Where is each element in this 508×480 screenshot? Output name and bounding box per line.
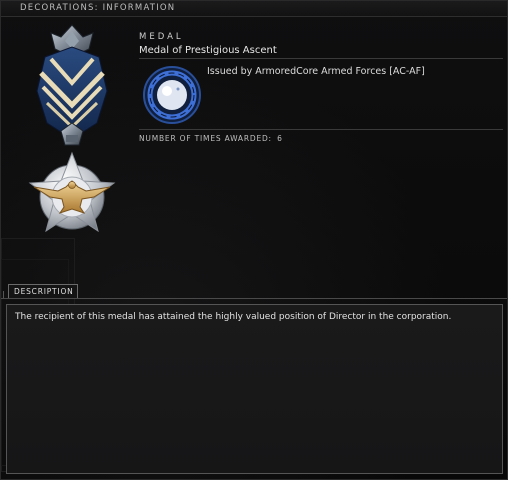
tab-description-label: DESCRIPTION xyxy=(14,287,74,296)
times-awarded-label: NUMBER OF TIMES AWARDED: xyxy=(139,134,272,143)
medal-ribbon-icon xyxy=(36,24,108,146)
corporation-logo-icon[interactable] xyxy=(142,65,202,125)
tab-strip-line xyxy=(1,298,507,299)
divider xyxy=(139,58,503,59)
times-awarded-value: 6 xyxy=(277,134,283,143)
window-titlebar[interactable]: DECORATIONS: INFORMATION xyxy=(1,1,507,17)
medal-name: Medal of Prestigious Ascent xyxy=(139,45,277,56)
window-title: DECORATIONS: INFORMATION xyxy=(20,3,176,13)
section-label-medal: MEDAL xyxy=(139,32,184,42)
eagle-star-medal-icon xyxy=(28,151,116,233)
description-text: The recipient of this medal has attained… xyxy=(15,312,452,322)
medal-info-window: DECORATIONS: INFORMATION MEDAL Medal of … xyxy=(0,0,508,480)
description-panel[interactable]: The recipient of this medal has attained… xyxy=(6,304,503,474)
divider xyxy=(139,129,503,130)
tab-description[interactable]: DESCRIPTION xyxy=(8,284,78,299)
times-awarded: NUMBER OF TIMES AWARDED: 6 xyxy=(139,134,283,143)
issuer-link[interactable]: Issued by ArmoredCore Armed Forces [AC-A… xyxy=(207,66,425,77)
